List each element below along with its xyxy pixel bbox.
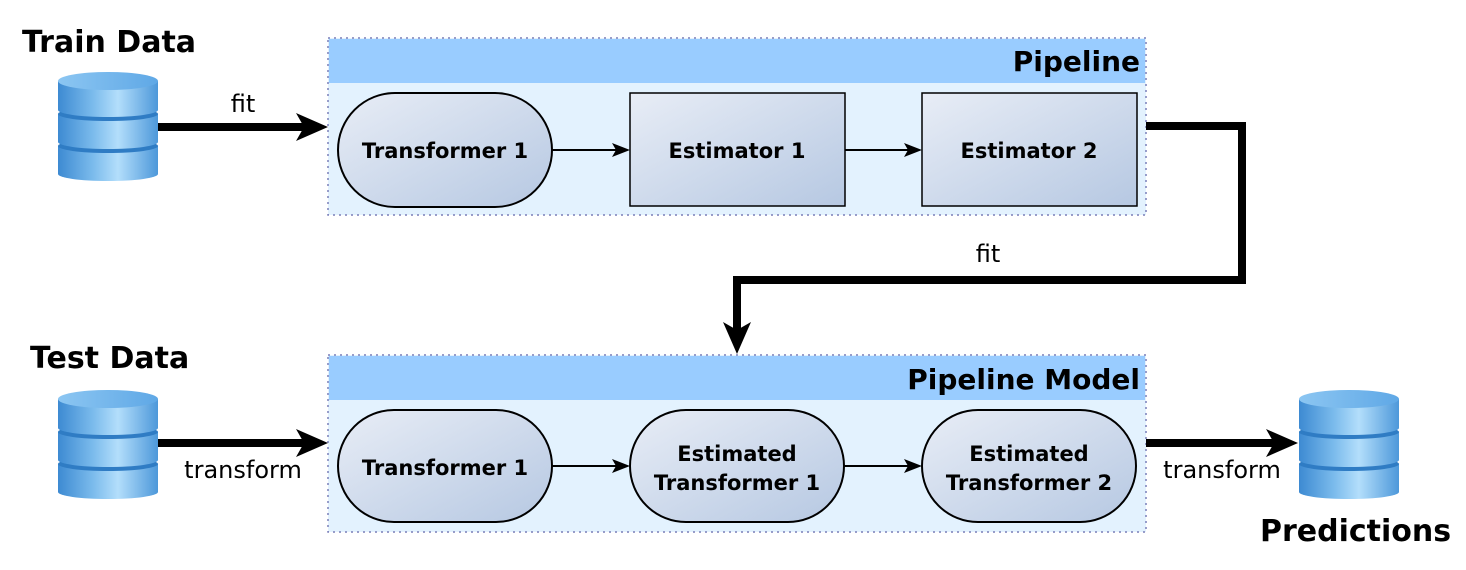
predictions-label: Predictions: [1260, 514, 1451, 549]
pipeline-stage-label: Transformer 1: [362, 139, 528, 163]
pipeline-stage-label: Estimator 1: [669, 139, 806, 163]
test-transform-label: transform: [184, 456, 302, 484]
output-transform-arrow: [1146, 429, 1298, 457]
pipeline-model-container: Pipeline Model Transformer 1 Estimated T…: [327, 354, 1147, 533]
model-stage-label-line1: Estimated: [677, 442, 796, 466]
pipeline-stage-label: Estimator 2: [961, 139, 1098, 163]
model-stage-label: Transformer 1: [362, 456, 528, 480]
pipeline-model-title: Pipeline Model: [907, 363, 1140, 396]
model-stage-label-line2: Transformer 2: [946, 471, 1112, 495]
pipeline-diagram: Train Data Test Data Predictions Pipelin…: [22, 25, 1451, 549]
pipeline-container: Pipeline Transformer 1 Estimator 1 Estim…: [327, 37, 1147, 216]
model-stage-label-line1: Estimated: [969, 442, 1088, 466]
test-database-icon: [58, 390, 158, 499]
test-transform-arrow: [158, 429, 328, 457]
pipeline-title: Pipeline: [1013, 45, 1140, 78]
model-stage-estimated-transformer-1: [629, 409, 845, 523]
train-database-icon: [58, 72, 158, 181]
predictions-database-icon: [1299, 390, 1399, 499]
output-transform-label: transform: [1163, 456, 1281, 484]
test-data-label: Test Data: [30, 341, 189, 376]
pipeline-fit-label: fit: [976, 240, 1001, 268]
train-data-label: Train Data: [22, 25, 196, 60]
model-stage-label-line2: Transformer 1: [654, 471, 820, 495]
train-fit-label: fit: [231, 90, 256, 118]
model-stage-estimated-transformer-2: [921, 409, 1137, 523]
